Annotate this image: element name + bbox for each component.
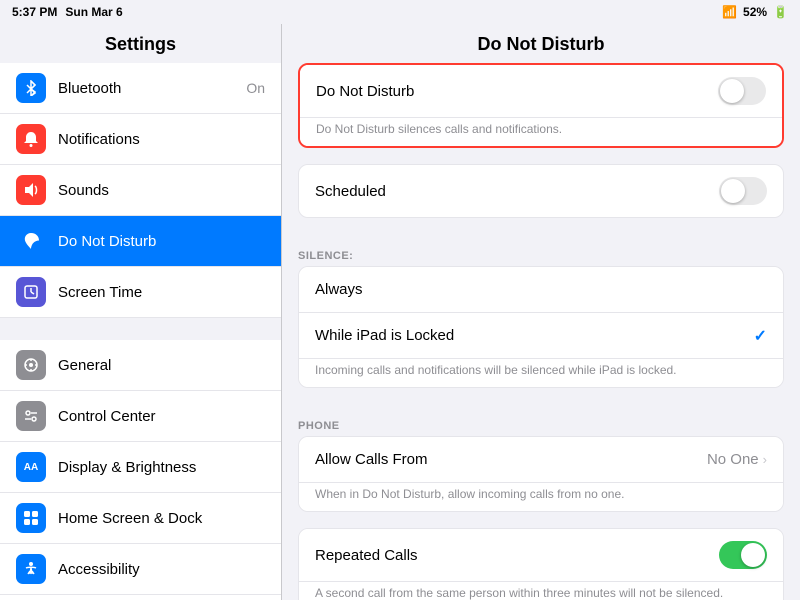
sounds-label: Sounds <box>58 182 265 199</box>
wifi-icon: 📶 <box>722 5 737 19</box>
sidebar-item-display-brightness[interactable]: AA Display & Brightness <box>0 442 281 493</box>
display-brightness-icon: AA <box>16 452 46 482</box>
date: Sun Mar 6 <box>65 5 122 19</box>
content-title: Do Not Disturb <box>282 24 800 63</box>
sidebar-item-general[interactable]: General <box>0 340 281 391</box>
bluetooth-value: On <box>246 80 265 96</box>
sidebar-gap <box>0 318 281 340</box>
silence-locked-label: While iPad is Locked <box>315 327 754 344</box>
scheduled-label: Scheduled <box>315 183 719 200</box>
status-left: 5:37 PM Sun Mar 6 <box>12 5 123 19</box>
dnd-toggle-row: Do Not Disturb <box>300 65 782 118</box>
phone-header: PHONE <box>282 404 800 436</box>
general-icon <box>16 350 46 380</box>
display-brightness-label: Display & Brightness <box>58 459 265 476</box>
allow-calls-label: Allow Calls From <box>315 451 707 468</box>
allow-calls-chevron: › <box>763 452 767 467</box>
sidebar-item-notifications[interactable]: Notifications <box>0 114 281 165</box>
sidebar: Settings Bluetooth On Notifications <box>0 24 282 600</box>
silence-locked-row[interactable]: While iPad is Locked ✓ <box>299 313 783 359</box>
screen-time-label: Screen Time <box>58 284 265 301</box>
sidebar-item-home-screen[interactable]: Home Screen & Dock <box>0 493 281 544</box>
general-label: General <box>58 357 265 374</box>
sidebar-item-bluetooth[interactable]: Bluetooth On <box>0 63 281 114</box>
sidebar-title: Settings <box>0 24 281 63</box>
sidebar-item-accessibility[interactable]: Accessibility <box>0 544 281 595</box>
time: 5:37 PM <box>12 5 57 19</box>
repeated-calls-toggle-knob <box>741 543 765 567</box>
accessibility-icon <box>16 554 46 584</box>
dnd-toggle-knob <box>720 79 744 103</box>
status-right: 📶 52% 🔋 <box>722 5 788 19</box>
bluetooth-icon <box>16 73 46 103</box>
content-area: Do Not Disturb Do Not Disturb Do Not Dis… <box>282 24 800 600</box>
bluetooth-label: Bluetooth <box>58 80 246 97</box>
allow-calls-sublabel: When in Do Not Disturb, allow incoming c… <box>299 483 783 511</box>
home-screen-icon <box>16 503 46 533</box>
repeated-calls-section: Repeated Calls A second call from the sa… <box>298 528 784 600</box>
scheduled-toggle-knob <box>721 179 745 203</box>
phone-section: Allow Calls From No One › When in Do Not… <box>298 436 784 512</box>
control-center-label: Control Center <box>58 408 265 425</box>
repeated-calls-row: Repeated Calls <box>299 529 783 582</box>
scheduled-section: Scheduled <box>298 164 784 218</box>
sidebar-item-sounds[interactable]: Sounds <box>0 165 281 216</box>
home-screen-label: Home Screen & Dock <box>58 510 265 527</box>
silence-locked-checkmark: ✓ <box>754 326 767 346</box>
notifications-label: Notifications <box>58 131 265 148</box>
silence-header: SILENCE: <box>282 234 800 266</box>
battery-icon: 🔋 <box>773 5 788 19</box>
repeated-calls-toggle[interactable] <box>719 541 767 569</box>
silence-section: Always While iPad is Locked ✓ Incoming c… <box>298 266 784 388</box>
dnd-label: Do Not Disturb <box>58 233 265 250</box>
notifications-icon <box>16 124 46 154</box>
silence-always-row[interactable]: Always <box>299 267 783 313</box>
screen-time-icon <box>16 277 46 307</box>
sidebar-item-screen-time[interactable]: Screen Time <box>0 267 281 318</box>
scheduled-row: Scheduled <box>299 165 783 217</box>
dnd-toggle[interactable] <box>718 77 766 105</box>
silence-always-label: Always <box>315 281 767 298</box>
battery-level: 52% <box>743 5 767 19</box>
status-bar: 5:37 PM Sun Mar 6 📶 52% 🔋 <box>0 0 800 24</box>
accessibility-label: Accessibility <box>58 561 265 578</box>
allow-calls-value: No One <box>707 451 759 468</box>
dnd-icon <box>16 226 46 256</box>
repeated-calls-sublabel: A second call from the same person withi… <box>299 582 783 600</box>
main-layout: Settings Bluetooth On Notifications <box>0 24 800 600</box>
sounds-icon <box>16 175 46 205</box>
repeated-calls-label: Repeated Calls <box>315 547 719 564</box>
sidebar-item-do-not-disturb[interactable]: Do Not Disturb <box>0 216 281 267</box>
scheduled-toggle[interactable] <box>719 177 767 205</box>
dnd-toggle-label: Do Not Disturb <box>316 83 718 100</box>
sidebar-item-wallpaper[interactable]: Wallpaper <box>0 595 281 600</box>
sidebar-item-control-center[interactable]: Control Center <box>0 391 281 442</box>
dnd-main-section: Do Not Disturb Do Not Disturb silences c… <box>298 63 784 148</box>
silence-sublabel: Incoming calls and notifications will be… <box>299 359 783 387</box>
dnd-sublabel: Do Not Disturb silences calls and notifi… <box>300 118 782 146</box>
allow-calls-row[interactable]: Allow Calls From No One › <box>299 437 783 483</box>
control-center-icon <box>16 401 46 431</box>
